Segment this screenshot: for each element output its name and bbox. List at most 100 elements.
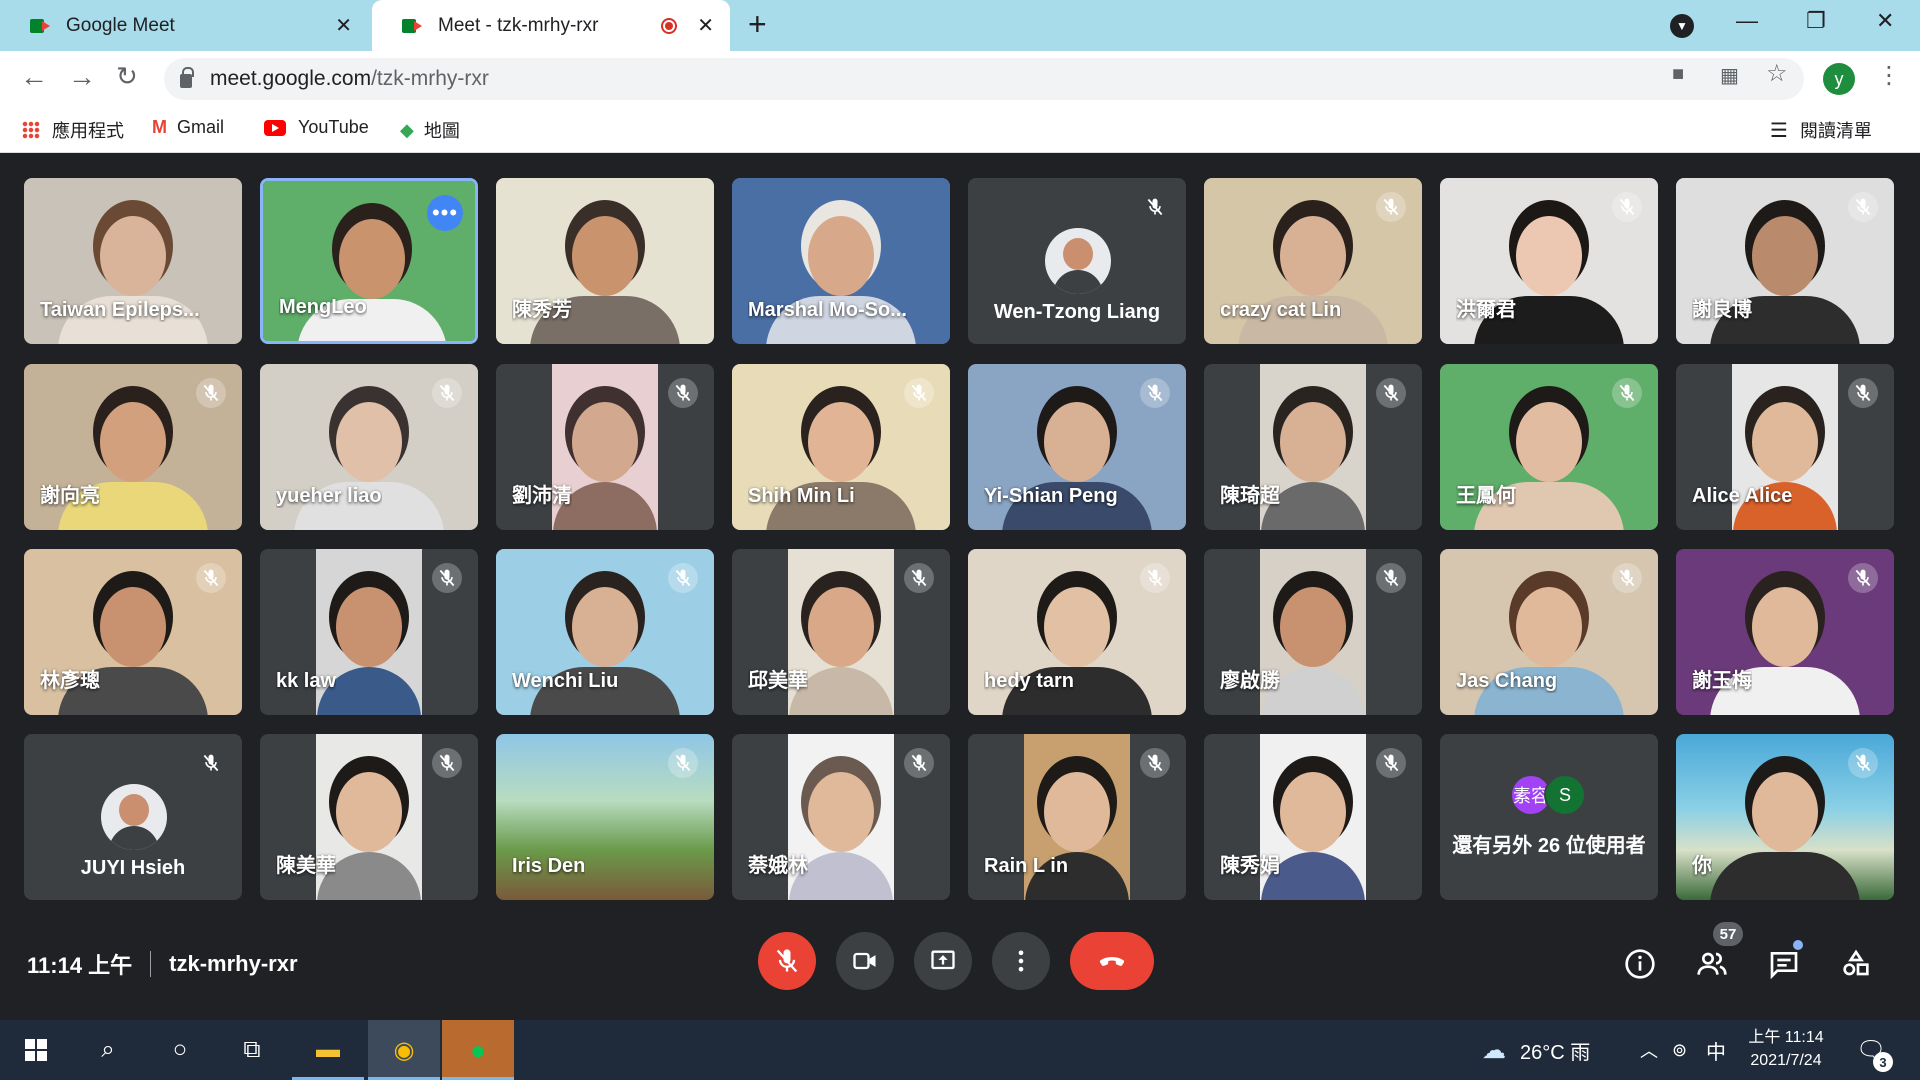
new-tab-button[interactable]: +	[748, 6, 767, 43]
profile-avatar[interactable]: y	[1823, 63, 1855, 95]
participant-name: Alice Alice	[1692, 485, 1793, 507]
participant-tile[interactable]: 素容 S 還有另外 26 位使用者	[1440, 734, 1658, 900]
tab-search-icon[interactable]: ▼	[1670, 14, 1694, 38]
participant-tile[interactable]: Marshal Mo-So...	[732, 178, 950, 344]
participant-tile[interactable]: Iris Den	[496, 734, 714, 900]
participant-tile[interactable]: 洪爾君	[1440, 178, 1658, 344]
restore-button[interactable]: ❐	[1806, 8, 1826, 34]
participant-tile[interactable]: Wenchi Liu	[496, 549, 714, 715]
close-window-button[interactable]: ✕	[1876, 8, 1894, 34]
task-view-icon: ⧉	[243, 1036, 261, 1063]
participant-tile[interactable]: 謝玉梅	[1676, 549, 1894, 715]
participant-tile[interactable]: 陳秀芳	[496, 178, 714, 344]
participant-tile[interactable]: Rain L in	[968, 734, 1186, 900]
participant-tile[interactable]: 你	[1676, 734, 1894, 900]
participant-tile[interactable]: MengLeo •••	[260, 178, 478, 344]
participant-tile[interactable]: kk law	[260, 549, 478, 715]
participant-name: Rain L in	[984, 855, 1069, 877]
tab-close-icon[interactable]: ✕	[335, 13, 352, 38]
cloud-rain-icon: ☁	[1482, 1036, 1506, 1064]
participant-tile[interactable]: 謝向亮	[24, 364, 242, 530]
present-screen-button[interactable]	[914, 932, 972, 990]
activities-button[interactable]	[1838, 946, 1874, 982]
chrome-taskbar-button[interactable]: ◉	[368, 1020, 440, 1080]
chrome-menu-icon[interactable]: ⋮	[1877, 61, 1901, 90]
participant-tile[interactable]: Jas Chang	[1440, 549, 1658, 715]
minimize-button[interactable]: —	[1736, 8, 1758, 34]
file-explorer-button[interactable]: ▬	[292, 1020, 364, 1080]
participant-tile[interactable]: hedy tarn	[968, 549, 1186, 715]
camera-in-use-icon[interactable]: ■	[1672, 63, 1684, 86]
participant-initial-avatar: S	[1544, 774, 1586, 816]
participant-tile[interactable]: 萘娥林	[732, 734, 950, 900]
participant-tile[interactable]: 廖啟勝	[1204, 549, 1422, 715]
bookmark-star-icon[interactable]: ☆	[1766, 59, 1788, 88]
bookmark-apps[interactable]: 應用程式	[22, 117, 124, 143]
forward-arrow-icon[interactable]: →	[68, 61, 96, 93]
participant-tile[interactable]: Wen-Tzong Liang	[968, 178, 1186, 344]
leave-call-button[interactable]	[1070, 932, 1154, 990]
participant-name: Taiwan Epileps...	[40, 299, 200, 321]
participant-name: 陳秀芳	[512, 299, 572, 321]
start-button[interactable]	[0, 1020, 72, 1080]
microphone-toggle-button[interactable]	[758, 932, 816, 990]
network-icon[interactable]: ⊚	[1672, 1020, 1687, 1080]
chat-unread-dot	[1793, 940, 1803, 950]
participant-name: 洪爾君	[1456, 299, 1516, 321]
participant-tile[interactable]: crazy cat Lin	[1204, 178, 1422, 344]
participant-tile[interactable]: Shih Min Li	[732, 364, 950, 530]
participant-tile[interactable]: 邱美華	[732, 549, 950, 715]
folder-icon: ▬	[316, 1036, 340, 1063]
participant-tile[interactable]: 劉沛清	[496, 364, 714, 530]
camera-toggle-button[interactable]	[836, 932, 894, 990]
search-icon: ⌕	[101, 1036, 115, 1063]
participant-tile[interactable]: 陳琦超	[1204, 364, 1422, 530]
speaking-indicator-icon[interactable]: •••	[427, 195, 463, 231]
system-clock[interactable]: 上午 11:14 2021/7/24	[1738, 1026, 1834, 1072]
other-participants-label: 還有另外 26 位使用者	[1452, 835, 1646, 857]
participant-tile[interactable]: Yi-Shian Peng	[968, 364, 1186, 530]
mic-muted-icon	[1376, 192, 1406, 222]
qr-code-icon[interactable]: ▦	[1720, 63, 1739, 88]
participant-tile[interactable]: 王鳳何	[1440, 364, 1658, 530]
more-options-button[interactable]	[992, 932, 1050, 990]
windows-logo-icon	[25, 1039, 47, 1061]
show-hidden-icons-icon[interactable]: ︿	[1640, 1020, 1658, 1080]
participant-tile[interactable]: 謝良博	[1676, 178, 1894, 344]
url-text: meet.google.com/tzk-mrhy-rxr	[210, 67, 489, 90]
participant-tile[interactable]: yueher liao	[260, 364, 478, 530]
bookmark-youtube[interactable]: YouTube	[264, 117, 369, 138]
bookmark-gmail[interactable]: M Gmail	[152, 117, 224, 138]
participant-tile[interactable]: 陳秀娟	[1204, 734, 1422, 900]
participant-tile[interactable]: JUYI Hsieh	[24, 734, 242, 900]
participant-name: yueher liao	[276, 485, 382, 507]
reading-list-button[interactable]: ☰ 閱讀清單	[1770, 117, 1872, 143]
line-app-button[interactable]: ●	[442, 1020, 514, 1080]
show-everyone-button[interactable]	[1694, 946, 1730, 982]
mic-muted-icon	[196, 378, 226, 408]
participant-name: 邱美華	[748, 670, 808, 692]
participant-tile[interactable]: Taiwan Epileps...	[24, 178, 242, 344]
reload-icon[interactable]: ↻	[116, 61, 138, 92]
mic-muted-icon	[1140, 378, 1170, 408]
mic-muted-icon	[1140, 563, 1170, 593]
divider	[150, 951, 152, 977]
tab-google-meet[interactable]: Google Meet ✕	[0, 0, 368, 51]
address-bar[interactable]: meet.google.com/tzk-mrhy-rxr	[164, 58, 1804, 100]
bookmark-maps[interactable]: ◆ 地圖	[400, 117, 460, 143]
weather-widget[interactable]: ☁ 26°C 雨	[1482, 1020, 1590, 1080]
participant-tile[interactable]: 陳美華	[260, 734, 478, 900]
task-view-button[interactable]: ⧉	[216, 1020, 288, 1080]
back-arrow-icon[interactable]: ←	[20, 61, 48, 93]
tab-meet-tzk-mrhy-rxr[interactable]: Meet - tzk-mrhy-rxr ✕	[372, 0, 730, 51]
ime-indicator[interactable]: 中	[1706, 1020, 1726, 1080]
search-button[interactable]: ⌕	[72, 1020, 144, 1080]
mic-muted-icon	[1612, 378, 1642, 408]
present-screen-icon	[931, 950, 955, 970]
participant-tile[interactable]: 林彥璁	[24, 549, 242, 715]
participant-tile[interactable]: Alice Alice	[1676, 364, 1894, 530]
chat-button[interactable]	[1766, 946, 1802, 982]
meeting-details-button[interactable]	[1622, 946, 1658, 982]
tab-close-icon[interactable]: ✕	[697, 13, 714, 38]
cortana-button[interactable]: ○	[144, 1020, 216, 1080]
